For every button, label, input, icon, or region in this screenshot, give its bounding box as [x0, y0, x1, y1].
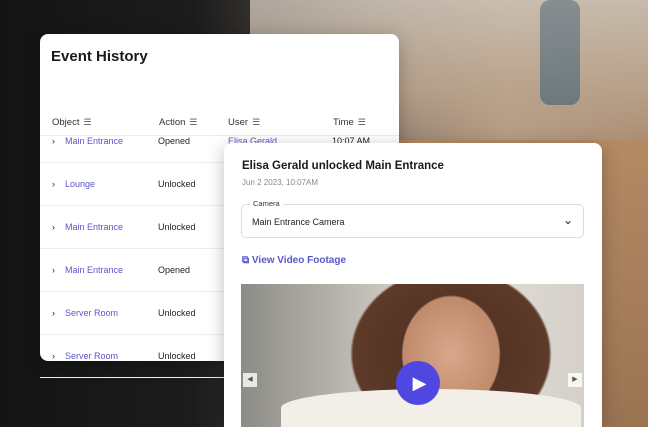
object-link[interactable]: Server Room	[65, 351, 118, 361]
next-arrow-button[interactable]: ▶	[568, 373, 582, 387]
panel-title: Event History	[51, 48, 148, 65]
external-link-icon: ⧉	[242, 255, 250, 266]
chevron-right-icon[interactable]: ›	[52, 222, 55, 232]
chevron-right-icon[interactable]: ›	[52, 179, 55, 189]
chevron-right-icon[interactable]: ›	[52, 351, 55, 361]
video-player[interactable]: ◀ ▶ ▶	[241, 284, 584, 427]
event-title: Elisa Gerald unlocked Main Entrance	[242, 160, 444, 172]
camera-label: Camera	[250, 199, 283, 208]
chevron-right-icon[interactable]: ›	[52, 136, 55, 146]
background-person	[540, 0, 580, 105]
camera-value: Main Entrance Camera	[252, 217, 345, 227]
object-link[interactable]: Server Room	[65, 308, 118, 318]
object-link[interactable]: Main Entrance	[65, 265, 123, 275]
action-cell: Opened	[158, 265, 191, 275]
event-detail-panel: Elisa Gerald unlocked Main Entrance Jun …	[224, 143, 602, 427]
action-cell: Unlocked	[158, 351, 196, 361]
object-link[interactable]: Main Entrance	[65, 136, 123, 146]
action-cell: Unlocked	[158, 179, 196, 189]
prev-arrow-button[interactable]: ◀	[243, 373, 257, 387]
object-link[interactable]: Lounge	[65, 179, 95, 189]
chevron-down-icon: ⌄	[562, 213, 573, 227]
action-cell: Opened	[158, 136, 191, 146]
chevron-right-icon[interactable]: ›	[52, 265, 55, 275]
chevron-right-icon[interactable]: ›	[52, 308, 55, 318]
object-link[interactable]: Main Entrance	[65, 222, 123, 232]
view-video-link[interactable]: ⧉ View Video Footage	[242, 255, 346, 266]
play-button[interactable]: ▶	[396, 361, 440, 405]
camera-select[interactable]: Camera Main Entrance Camera ⌄	[241, 199, 584, 238]
action-cell: Unlocked	[158, 222, 196, 232]
action-cell: Unlocked	[158, 308, 196, 318]
event-date: Jun 2 2023, 10:07AM	[242, 178, 319, 187]
